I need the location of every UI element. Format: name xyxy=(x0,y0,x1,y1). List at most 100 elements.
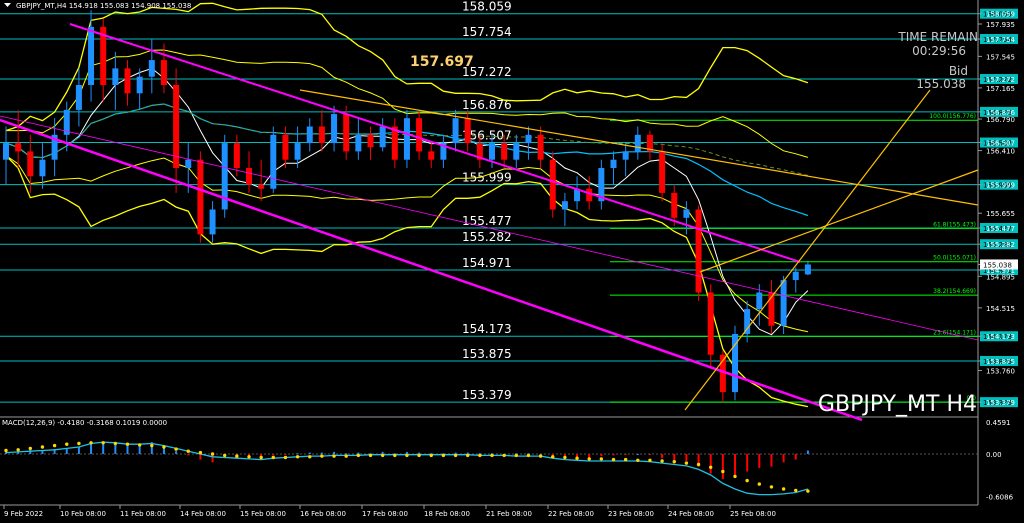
macd-signal-dot xyxy=(113,441,118,446)
macd-signal-dot xyxy=(137,443,142,447)
macd-histogram-bar xyxy=(320,452,323,454)
time-tick-label: 18 Feb 08:00 xyxy=(424,510,470,518)
candle-body xyxy=(355,134,362,152)
macd-histogram-bar xyxy=(175,451,178,454)
price-tick-label: 155.477 xyxy=(986,225,1015,233)
macd-histogram-bar xyxy=(734,454,736,475)
fib-label: 23.6(154.171) xyxy=(933,329,976,336)
macd-signal-dot xyxy=(745,478,749,483)
macd-signal-dot xyxy=(636,458,640,462)
macd-histogram-bar xyxy=(806,450,809,454)
macd-histogram-bar xyxy=(673,454,676,461)
macd-signal-dot xyxy=(332,454,336,458)
macd-signal-dot xyxy=(709,465,713,469)
macd-signal-dot xyxy=(696,462,701,467)
candle-body xyxy=(416,118,423,152)
macd-signal-dot xyxy=(563,455,567,460)
macd-histogram-bar xyxy=(308,452,311,454)
time-tick-label: 22 Feb 08:00 xyxy=(548,510,594,518)
level-label: 155.999 xyxy=(462,171,512,185)
macd-signal-dot xyxy=(308,455,312,459)
price-tick-label: 153.875 xyxy=(986,358,1015,366)
price-tick-label: 156.507 xyxy=(986,140,1015,148)
highlight-price: 157.697 xyxy=(410,54,474,70)
candle-body xyxy=(634,134,641,152)
level-label: 158.059 xyxy=(462,0,512,14)
time-tick-label: 24 Feb 08:00 xyxy=(668,510,714,518)
macd-signal-dot xyxy=(16,448,20,452)
macd-signal-dot xyxy=(162,445,166,449)
macd-signal-dot xyxy=(210,452,215,456)
macd-histogram-bar xyxy=(296,453,299,455)
macd-histogram-bar xyxy=(624,454,627,455)
macd-signal-dot xyxy=(514,453,518,458)
macd-signal-dot xyxy=(235,454,239,458)
level-label: 157.754 xyxy=(462,25,512,39)
macd-histogram-bar xyxy=(758,454,761,468)
macd-histogram-bar xyxy=(661,454,664,459)
candle-body xyxy=(112,68,119,85)
level-label: 153.379 xyxy=(462,388,512,402)
macd-signal-dot xyxy=(380,453,385,458)
candle-body xyxy=(27,151,34,177)
symbol-ohlc-label: GBPJPY_MT,H4 154.918 155.083 154.908 155… xyxy=(16,2,191,10)
price-tick-label: 157.272 xyxy=(986,76,1015,84)
macd-histogram-bar xyxy=(782,454,785,463)
macd-title: MACD(12,26,9) -0.4180 -0.3168 0.1019 0.0… xyxy=(2,419,167,427)
price-tick-label: 156.410 xyxy=(986,148,1015,156)
macd-signal-dot xyxy=(150,443,154,448)
candle-body xyxy=(561,201,568,210)
macd-histogram-bar xyxy=(381,451,384,454)
macd-signal-dot xyxy=(490,453,494,458)
macd-histogram-bar xyxy=(685,454,688,461)
candle-body xyxy=(246,168,252,185)
macd-signal-dot xyxy=(538,454,543,458)
macd-signal-dot xyxy=(757,482,761,486)
macd-signal-dot xyxy=(65,442,69,446)
macd-signal-dot xyxy=(672,460,676,464)
candle-body xyxy=(622,151,629,160)
candle-body xyxy=(148,60,155,77)
macd-signal-dot xyxy=(769,485,774,489)
candle-body xyxy=(306,126,313,144)
price-chart[interactable]: 158.059158.059157.754157.754157.272157.2… xyxy=(0,0,1024,523)
macd-signal-dot xyxy=(52,443,57,448)
candle-body xyxy=(525,134,532,144)
macd-signal-dot xyxy=(405,453,409,458)
time-remain-value: 00:29:56 xyxy=(912,44,966,58)
macd-tick-label: 0.4591 xyxy=(986,419,1011,427)
macd-signal-dot xyxy=(4,448,8,453)
macd-tick-label: 0.00 xyxy=(986,451,1002,459)
macd-signal-dot xyxy=(502,453,506,458)
price-tick-label: 157.754 xyxy=(986,36,1015,44)
time-tick-label: 21 Feb 08:00 xyxy=(486,510,532,518)
candle-body xyxy=(659,151,666,193)
macd-signal-dot xyxy=(599,457,604,461)
macd-signal-dot xyxy=(344,454,348,458)
macd-histogram-bar xyxy=(29,449,32,454)
candle-body xyxy=(610,159,617,168)
time-tick-label: 11 Feb 08:00 xyxy=(120,510,166,518)
macd-signal-dot xyxy=(198,450,203,455)
candle-body xyxy=(452,118,459,144)
macd-histogram-bar xyxy=(636,454,639,455)
macd-signal-dot xyxy=(721,469,725,474)
price-tick-label: 155.282 xyxy=(986,241,1015,249)
candle-body xyxy=(683,209,690,218)
price-tick-label: 156.790 xyxy=(986,116,1015,124)
time-remain-label: TIME REMAIN xyxy=(897,30,978,44)
macd-signal-dot xyxy=(356,453,361,458)
price-tick-label: 154.173 xyxy=(986,333,1015,341)
candle-body xyxy=(780,280,787,326)
candle-body xyxy=(282,134,289,160)
macd-signal-dot xyxy=(89,441,93,445)
macd-histogram-bar xyxy=(709,454,712,474)
macd-signal-dot xyxy=(40,445,45,449)
level-label: 154.173 xyxy=(462,322,512,336)
price-tick-label: 157.165 xyxy=(986,85,1015,93)
macd-signal-dot xyxy=(429,453,433,458)
price-tick-label: 153.379 xyxy=(986,399,1015,407)
bid-label: Bid xyxy=(949,64,968,78)
macd-histogram-bar xyxy=(746,454,749,472)
candle-body xyxy=(160,60,167,85)
